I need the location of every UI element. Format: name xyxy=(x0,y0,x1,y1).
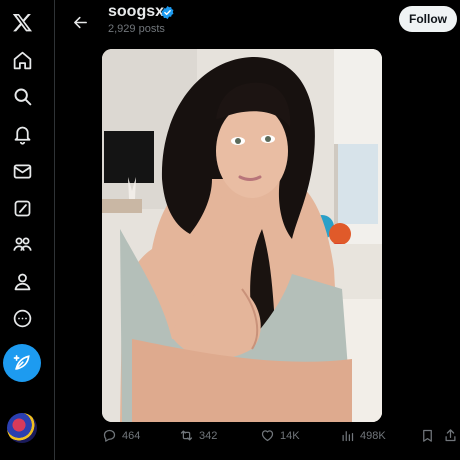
post-media-photo[interactable] xyxy=(102,49,382,422)
reply-icon xyxy=(103,429,116,442)
reply-count: 464 xyxy=(122,429,141,442)
share-icon xyxy=(445,429,456,442)
view-count: 498K xyxy=(360,429,386,442)
repost-count: 342 xyxy=(199,429,218,442)
compose-feather-icon xyxy=(13,355,30,370)
column-divider xyxy=(54,0,55,460)
views-chart-icon xyxy=(342,431,354,442)
back-button[interactable] xyxy=(64,6,96,38)
media-letterbox xyxy=(382,49,457,422)
reply-button[interactable]: 464 xyxy=(102,428,140,443)
mail-icon[interactable] xyxy=(6,155,38,187)
search-icon[interactable] xyxy=(6,80,38,112)
profile-header: soogsx 2,929 posts Follow xyxy=(56,0,460,44)
profile-icon[interactable] xyxy=(6,265,38,297)
like-button[interactable]: 14K xyxy=(260,428,300,443)
grok-icon[interactable] xyxy=(6,192,38,224)
more-icon[interactable] xyxy=(6,302,38,334)
bookmark-icon xyxy=(423,429,432,442)
x-logo-icon[interactable] xyxy=(6,6,38,38)
follow-button[interactable]: Follow xyxy=(399,6,457,32)
verified-badge-icon xyxy=(161,5,174,20)
home-icon[interactable] xyxy=(6,44,38,76)
bell-icon[interactable] xyxy=(6,118,38,150)
sidebar-nav xyxy=(0,0,44,460)
repost-button[interactable]: 342 xyxy=(179,428,217,443)
profile-name[interactable]: soogsx xyxy=(108,3,164,21)
share-button[interactable] xyxy=(443,428,458,443)
post-actions-bar: 464 342 14K 498K xyxy=(100,426,460,450)
communities-icon[interactable] xyxy=(6,228,38,260)
repost-icon xyxy=(180,430,193,441)
views-button[interactable]: 498K xyxy=(340,428,386,443)
heart-icon xyxy=(261,430,274,442)
compose-post-button[interactable] xyxy=(3,344,41,382)
arrow-left-icon xyxy=(73,16,87,28)
bookmark-button[interactable] xyxy=(420,428,435,443)
like-count: 14K xyxy=(280,429,300,442)
account-avatar[interactable] xyxy=(7,413,37,443)
post-count: 2,929 posts xyxy=(108,23,165,35)
photo-illustration xyxy=(102,49,382,422)
